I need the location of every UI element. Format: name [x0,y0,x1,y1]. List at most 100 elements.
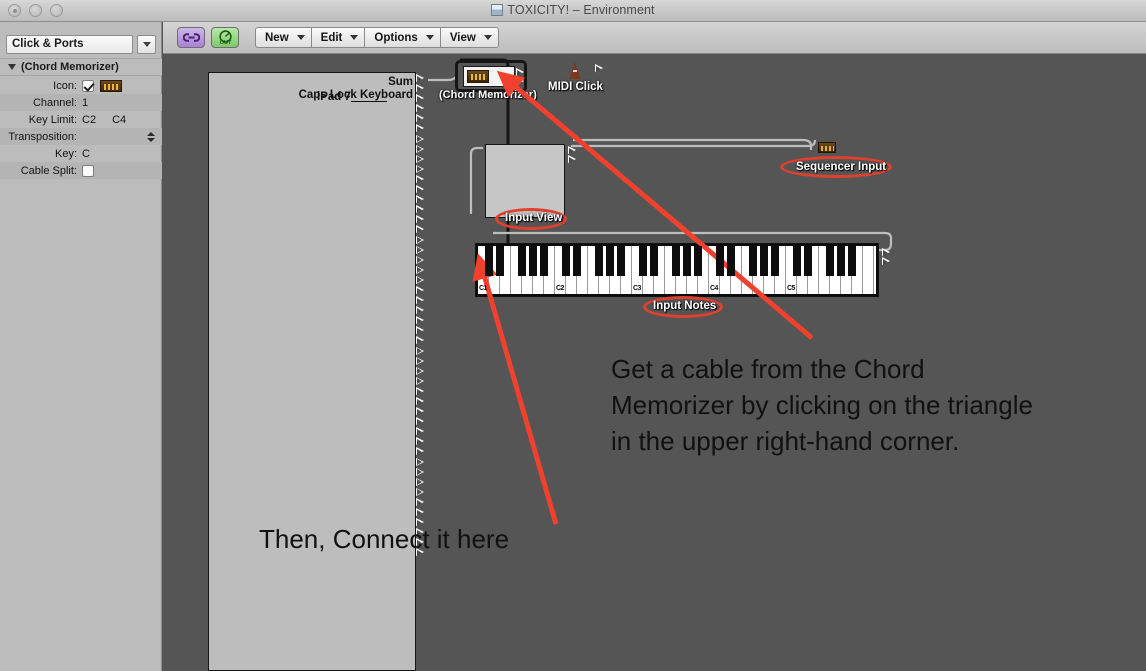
physical-input-port[interactable] [416,255,425,265]
physical-input-port[interactable] [416,74,425,83]
physical-input-port[interactable] [416,245,425,255]
physical-input-port[interactable] [416,356,425,366]
keyboard-black-key[interactable] [595,246,603,276]
menu-edit[interactable]: Edit [310,27,365,48]
keyboard-black-key[interactable] [485,246,493,276]
physical-input-port[interactable] [416,164,425,174]
physical-input-port[interactable] [416,205,425,214]
input-view-output-port-2[interactable] [568,155,577,164]
menu-view[interactable]: View [439,27,499,48]
midi-click-object[interactable]: MIDI Click [548,62,603,93]
chord-memorizer-icon[interactable] [100,79,122,92]
physical-input-port[interactable] [416,275,425,285]
physical-input-port[interactable] [416,366,425,376]
keyboard-black-key[interactable] [749,246,757,276]
physical-input-port[interactable] [416,457,425,467]
keyboard-black-key[interactable] [716,246,724,276]
keyboard-black-key[interactable] [540,246,548,276]
physical-input-port[interactable] [416,316,425,325]
keyboard-black-key[interactable] [804,246,812,276]
physical-input-port[interactable] [416,376,425,386]
physical-input-port[interactable] [416,94,425,103]
midi-out-button[interactable]: OUT [211,27,239,48]
physical-input-port[interactable] [416,124,425,133]
physical-input-port[interactable] [416,285,425,295]
key-limit-low-value[interactable]: C2 [82,114,96,126]
keyboard-black-key[interactable] [683,246,691,276]
keyboard-black-key[interactable] [694,246,702,276]
inspector-section-header[interactable]: (Chord Memorizer) [0,58,162,76]
chord-memorizer-output-port-2[interactable] [516,77,525,86]
physical-input-port[interactable] [416,497,425,507]
keyboard-black-key[interactable] [771,246,779,276]
chord-memorizer-object[interactable]: (Chord Memorizer) [439,60,537,101]
keyboard-black-key[interactable] [760,246,768,276]
keyboard-black-key[interactable] [573,246,581,276]
keyboard-black-key[interactable] [826,246,834,276]
physical-input-port[interactable] [416,225,425,234]
transposition-stepper[interactable] [147,131,155,142]
sequencer-input-object[interactable] [818,142,836,153]
keyboard-output-port-1[interactable] [882,248,891,257]
chord-memorizer-box[interactable] [463,66,515,87]
physical-input-port[interactable] [416,134,425,144]
physical-input-port[interactable] [416,437,425,446]
physical-input-port[interactable] [416,487,425,497]
physical-input-port[interactable] [416,215,425,224]
physical-input-port-column[interactable] [416,74,427,671]
keyboard-black-key[interactable] [518,246,526,276]
physical-input-port[interactable] [416,326,425,335]
physical-input-port[interactable] [416,296,425,305]
key-field-value[interactable]: C [82,148,90,160]
keyboard-output-port-2[interactable] [882,257,891,266]
midi-click-output-port[interactable] [595,64,604,73]
physical-input-port[interactable] [416,407,425,416]
physical-input-port[interactable] [416,386,425,396]
layer-popup-button[interactable] [137,34,156,54]
physical-input-port[interactable] [416,185,425,194]
keyboard-black-key[interactable] [496,246,504,276]
channel-field-value[interactable]: 1 [82,97,88,109]
layer-select[interactable]: Click & Ports [6,34,133,54]
keyboard-black-key[interactable] [848,246,856,276]
keyboard-black-key[interactable] [606,246,614,276]
keyboard-white-key[interactable] [863,246,874,294]
physical-input-port[interactable] [416,114,425,123]
physical-input-port[interactable] [416,154,425,164]
physical-input-port[interactable] [416,417,425,426]
keyboard-black-key[interactable] [672,246,680,276]
physical-input-port[interactable] [416,427,425,436]
physical-input-port[interactable] [416,477,425,487]
physical-input-object[interactable]: Sum Caps Lock Keyboard iPad 7 [208,72,416,671]
physical-input-port[interactable] [416,467,425,477]
physical-input-port[interactable] [416,508,425,517]
physical-input-port[interactable] [416,336,425,345]
physical-input-port[interactable] [416,104,425,113]
key-limit-high-value[interactable]: C4 [112,114,126,126]
physical-input-port[interactable] [416,447,425,456]
input-view-output-port-1[interactable] [568,146,577,155]
menu-options[interactable]: Options [364,27,440,48]
physical-input-port[interactable] [416,265,425,275]
physical-input-port[interactable] [416,195,425,204]
keyboard-black-key[interactable] [650,246,658,276]
icon-checkbox[interactable] [82,79,94,92]
cable-link-button[interactable] [177,27,205,48]
menu-new[interactable]: New [255,27,311,48]
chord-memorizer-output-port-1[interactable] [516,68,525,77]
keyboard-black-key[interactable] [793,246,801,276]
physical-input-port[interactable] [416,174,425,184]
input-notes-keyboard-object[interactable]: C1 C2 C3 C4 C5 [475,243,879,297]
keyboard-black-key[interactable] [727,246,735,276]
cable-split-checkbox[interactable] [82,164,94,177]
input-view-object[interactable] [485,144,565,218]
keyboard-black-key[interactable] [617,246,625,276]
keyboard-keys[interactable]: C1 C2 C3 C4 C5 [478,246,876,294]
physical-input-port[interactable] [416,397,425,406]
physical-input-port[interactable] [416,144,425,154]
physical-input-port[interactable] [416,306,425,315]
physical-input-port[interactable] [416,346,425,356]
keyboard-black-key[interactable] [639,246,647,276]
keyboard-black-key[interactable] [837,246,845,276]
physical-input-port[interactable] [416,84,425,93]
